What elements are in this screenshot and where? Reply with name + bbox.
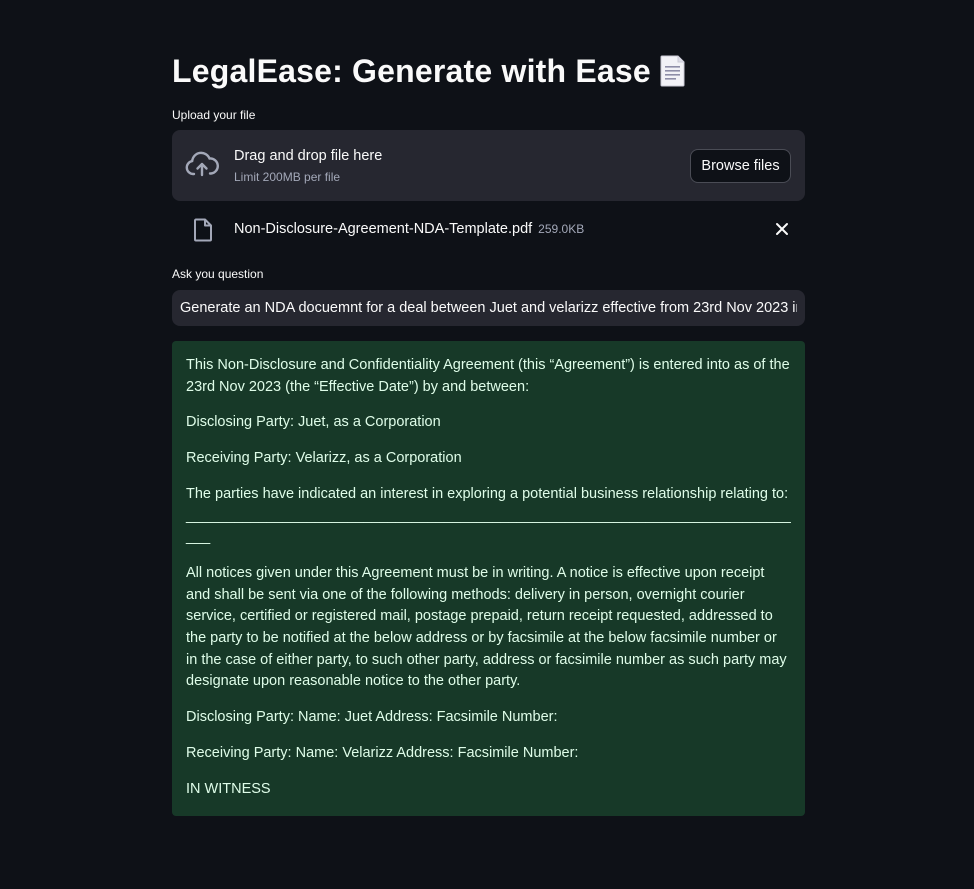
- browse-files-button[interactable]: Browse files: [690, 149, 791, 183]
- upload-label: Upload your file: [172, 108, 256, 122]
- page-facing-up-icon: [659, 55, 686, 87]
- dropzone-limit: Limit 200MB per file: [234, 170, 341, 184]
- uploaded-file-name: Non-Disclosure-Agreement-NDA-Template.pd…: [234, 221, 584, 237]
- dropzone-instructions: Drag and drop file here: [234, 148, 383, 164]
- page-title: LegalEase: Generate with Ease: [172, 52, 686, 90]
- uploaded-file-row: Non-Disclosure-Agreement-NDA-Template.pd…: [172, 212, 805, 248]
- answer-paragraph: IN WITNESS: [186, 780, 271, 797]
- file-dropzone[interactable]: Drag and drop file here Limit 200MB per …: [172, 130, 805, 201]
- answer-paragraph: Disclosing Party: Juet, as a Corporation: [186, 414, 441, 431]
- answer-paragraph: Disclosing Party: Name: Juet Address: Fa…: [186, 709, 558, 726]
- file-icon: [194, 218, 212, 242]
- cloud-upload-icon: [185, 151, 219, 177]
- answer-paragraph: The parties have indicated an interest i…: [186, 485, 791, 546]
- answer-paragraph: This Non-Disclosure and Confidentiality …: [186, 357, 790, 395]
- file-size: 259.0KB: [538, 222, 585, 236]
- close-icon[interactable]: [775, 222, 789, 236]
- answer-paragraph: All notices given under this Agreement m…: [186, 564, 787, 690]
- page-title-text: LegalEase: Generate with Ease: [172, 52, 651, 89]
- question-label: Ask you question: [172, 267, 264, 281]
- answer-paragraph: Receiving Party: Velarizz, as a Corporat…: [186, 450, 462, 467]
- question-input[interactable]: [172, 290, 805, 326]
- file-name-text: Non-Disclosure-Agreement-NDA-Template.pd…: [234, 221, 533, 237]
- generated-answer-box: This Non-Disclosure and Confidentiality …: [172, 341, 805, 816]
- answer-paragraph: Receiving Party: Name: Velarizz Address:…: [186, 744, 579, 761]
